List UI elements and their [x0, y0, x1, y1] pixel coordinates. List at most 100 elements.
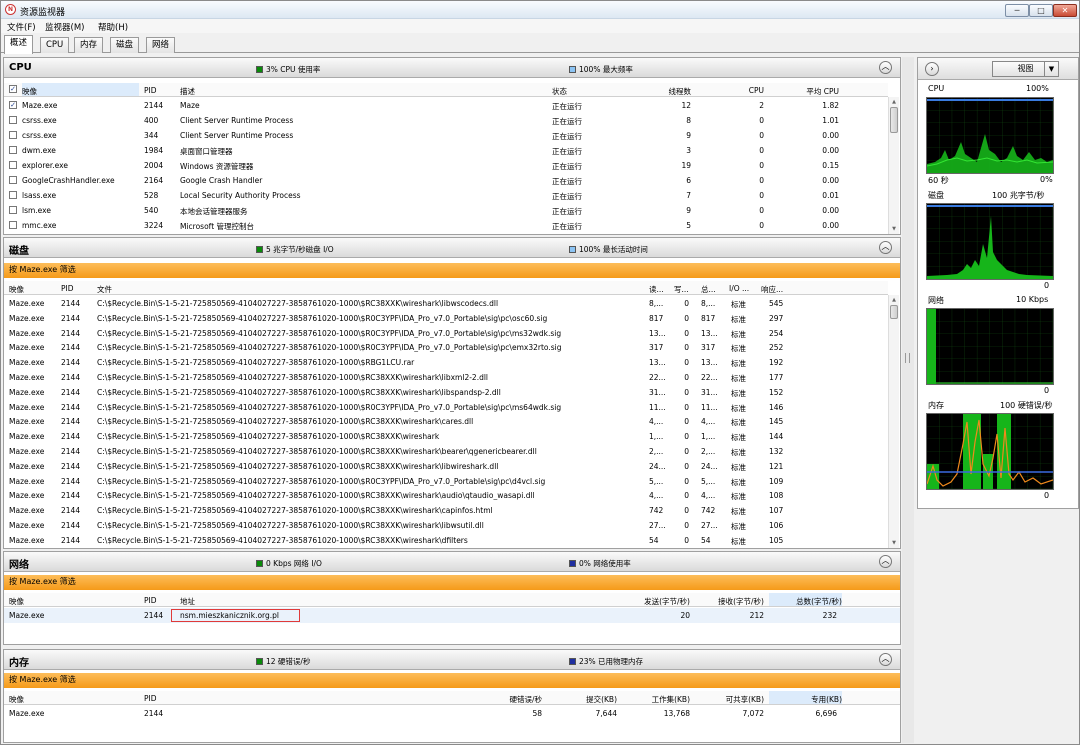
col-image[interactable]: 映像: [9, 596, 24, 607]
table-row[interactable]: Maze.exe 2144 C:\$Recycle.Bin\S-1-5-21-725…: [4, 459, 888, 474]
col-status[interactable]: 状态: [552, 86, 567, 97]
col-cpu[interactable]: CPU: [704, 86, 764, 95]
collapse-memory-button[interactable]: ︿: [879, 653, 892, 666]
menu-help[interactable]: 帮助(H): [98, 21, 128, 33]
process-checkbox[interactable]: [9, 206, 17, 214]
tab-memory[interactable]: 内存: [74, 37, 104, 53]
table-row[interactable]: Maze.exe 2144 C:\$Recycle.Bin\S-1-5-21-725…: [4, 400, 888, 415]
scroll-up-icon[interactable]: ▲: [890, 296, 898, 304]
col-pid[interactable]: PID: [144, 86, 157, 95]
maximize-button[interactable]: □: [1029, 4, 1053, 17]
table-row[interactable]: Maze.exe 2144 C:\$Recycle.Bin\S-1-5-21-725…: [4, 518, 888, 533]
col-net-total[interactable]: 总数(字节/秒): [769, 593, 842, 606]
disk-scroll-thumb[interactable]: [890, 305, 898, 319]
table-row[interactable]: Maze.exe 2144 nsm.mieszkanicznik.org.pl 20 2…: [4, 608, 900, 623]
process-checkbox[interactable]: [9, 161, 17, 169]
table-row[interactable]: Maze.exe 2144 C:\$Recycle.Bin\S-1-5-21-725…: [4, 370, 888, 385]
table-row[interactable]: mmc.exe 3224 Microsoft 管理控制台 正在运行 5 0 0.00: [4, 218, 888, 233]
col-hard-faults[interactable]: 硬错误/秒: [464, 694, 542, 705]
table-row[interactable]: Maze.exe 2144 C:\$Recycle.Bin\S-1-5-21-725…: [4, 503, 888, 518]
menu-monitor[interactable]: 监视器(M): [45, 21, 84, 33]
col-total[interactable]: 总...: [701, 284, 716, 295]
col-shareable[interactable]: 可共享(KB): [694, 694, 764, 705]
table-row[interactable]: csrss.exe 400 Client Server Runtime Proces…: [4, 113, 888, 128]
table-row[interactable]: GoogleCrashHandler.exe 2164 Google Crash H…: [4, 173, 888, 188]
cpu-panel-header[interactable]: CPU 3% CPU 使用率 100% 最大频率 ︿: [4, 58, 900, 78]
collapse-disk-button[interactable]: ︿: [879, 241, 892, 254]
col-private[interactable]: 专用(KB): [769, 691, 842, 704]
cpu-scroll-thumb[interactable]: [890, 107, 898, 133]
tab-network[interactable]: 网络: [146, 37, 176, 53]
collapse-network-button[interactable]: ︿: [879, 555, 892, 568]
col-response[interactable]: 响应...: [761, 284, 783, 295]
tab-disk[interactable]: 磁盘: [110, 37, 140, 53]
view-dropdown-icon[interactable]: ▼: [1044, 61, 1059, 77]
disk-scrollbar[interactable]: ▲ ▼: [888, 295, 899, 548]
col-commit[interactable]: 提交(KB): [549, 694, 617, 705]
expand-right-icon[interactable]: ›: [925, 62, 939, 76]
table-row[interactable]: Maze.exe 2144 C:\$Recycle.Bin\S-1-5-21-725…: [4, 355, 888, 370]
process-checkbox[interactable]: [9, 116, 17, 124]
col-io-priority[interactable]: I/O ...: [729, 284, 749, 293]
col-pid[interactable]: PID: [144, 596, 157, 605]
scroll-down-icon[interactable]: ▼: [890, 225, 898, 233]
col-send[interactable]: 发送(字节/秒): [604, 596, 690, 607]
table-row[interactable]: Maze.exe 2144 C:\$Recycle.Bin\S-1-5-21-725…: [4, 429, 888, 444]
process-checkbox[interactable]: [9, 131, 17, 139]
table-row[interactable]: Maze.exe 2144 C:\$Recycle.Bin\S-1-5-21-725…: [4, 340, 888, 355]
table-row[interactable]: Maze.exe 2144 C:\$Recycle.Bin\S-1-5-21-725…: [4, 326, 888, 341]
table-row[interactable]: Maze.exe 2144 C:\$Recycle.Bin\S-1-5-21-725…: [4, 474, 888, 489]
scroll-down-icon[interactable]: ▼: [890, 539, 898, 547]
process-checkbox[interactable]: [9, 191, 17, 199]
table-row[interactable]: Maze.exe 2144 C:\$Recycle.Bin\S-1-5-21-725…: [4, 296, 888, 311]
memory-panel-header[interactable]: 内存 12 硬错误/秒 23% 已用物理内存 ︿: [4, 650, 900, 670]
table-row[interactable]: Maze.exe 2144 C:\$Recycle.Bin\S-1-5-21-725…: [4, 414, 888, 429]
col-image[interactable]: 映像: [9, 284, 24, 295]
table-row[interactable]: Maze.exe 2144 C:\$Recycle.Bin\S-1-5-21-725…: [4, 488, 888, 503]
panel-splitter[interactable]: [902, 57, 914, 743]
table-row[interactable]: dwm.exe 1984 桌面窗口管理器 正在运行 3 0 0.00: [4, 143, 888, 158]
network-panel-header[interactable]: 网络 0 Kbps 网络 I/O 0% 网络使用率 ︿: [4, 552, 900, 572]
table-row[interactable]: Maze.exe 2144 C:\$Recycle.Bin\S-1-5-21-725…: [4, 385, 888, 400]
col-avg-cpu[interactable]: 平均 CPU: [774, 86, 839, 97]
col-receive[interactable]: 接收(字节/秒): [684, 596, 764, 607]
col-read[interactable]: 读...: [649, 284, 664, 295]
col-pid[interactable]: PID: [144, 694, 157, 703]
disk-panel-header[interactable]: 磁盘 5 兆字节/秒磁盘 I/O 100% 最长活动时间 ︿: [4, 238, 900, 258]
disk-filter-bar[interactable]: 按 Maze.exe 筛选: [4, 263, 900, 278]
table-row[interactable]: csrss.exe 344 Client Server Runtime Proces…: [4, 128, 888, 143]
close-button[interactable]: ✕: [1053, 4, 1077, 17]
select-all-checkbox[interactable]: ✓: [9, 85, 17, 93]
menu-file[interactable]: 文件(F): [7, 21, 36, 33]
process-checkbox[interactable]: [9, 176, 17, 184]
table-row[interactable]: lsm.exe 540 本地会话管理器服务 正在运行 9 0 0.00: [4, 203, 888, 218]
table-row[interactable]: Maze.exe 2144 C:\$Recycle.Bin\S-1-5-21-725…: [4, 533, 888, 548]
table-row[interactable]: ✓ Maze.exe 2144 Maze 正在运行 12 2 1.82: [4, 98, 888, 113]
col-image[interactable]: 映像: [22, 83, 139, 96]
col-pid[interactable]: PID: [61, 284, 74, 293]
process-checkbox[interactable]: [9, 221, 17, 229]
table-row[interactable]: Maze.exe 2144 58 7,644 13,768 7,072 6,696: [4, 706, 900, 721]
table-row[interactable]: Maze.exe 2144 C:\$Recycle.Bin\S-1-5-21-725…: [4, 444, 888, 459]
scroll-up-icon[interactable]: ▲: [890, 98, 898, 106]
col-description[interactable]: 描述: [180, 86, 195, 97]
col-file[interactable]: 文件: [97, 284, 112, 295]
process-checkbox[interactable]: [9, 146, 17, 154]
network-filter-bar[interactable]: 按 Maze.exe 筛选: [4, 575, 900, 590]
memory-filter-bar[interactable]: 按 Maze.exe 筛选: [4, 673, 900, 688]
cpu-scrollbar[interactable]: ▲ ▼: [888, 97, 899, 234]
tab-overview[interactable]: 概述: [4, 35, 34, 54]
process-checkbox[interactable]: ✓: [9, 101, 17, 109]
tab-cpu[interactable]: CPU: [40, 37, 70, 53]
col-working-set[interactable]: 工作集(KB): [621, 694, 690, 705]
table-row[interactable]: Maze.exe 2144 C:\$Recycle.Bin\S-1-5-21-725…: [4, 311, 888, 326]
table-row[interactable]: explorer.exe 2004 Windows 资源管理器 正在运行 19 0 0.15: [4, 158, 888, 173]
splitter-grip-icon[interactable]: [905, 353, 910, 363]
col-threads[interactable]: 线程数: [624, 86, 692, 97]
table-row[interactable]: lsass.exe 528 Local Security Authority Pro…: [4, 188, 888, 203]
col-image[interactable]: 映像: [9, 694, 24, 705]
col-write[interactable]: 写...: [674, 284, 689, 295]
collapse-cpu-button[interactable]: ︿: [879, 61, 892, 74]
minimize-button[interactable]: ─: [1005, 4, 1029, 17]
col-address[interactable]: 地址: [180, 596, 195, 607]
